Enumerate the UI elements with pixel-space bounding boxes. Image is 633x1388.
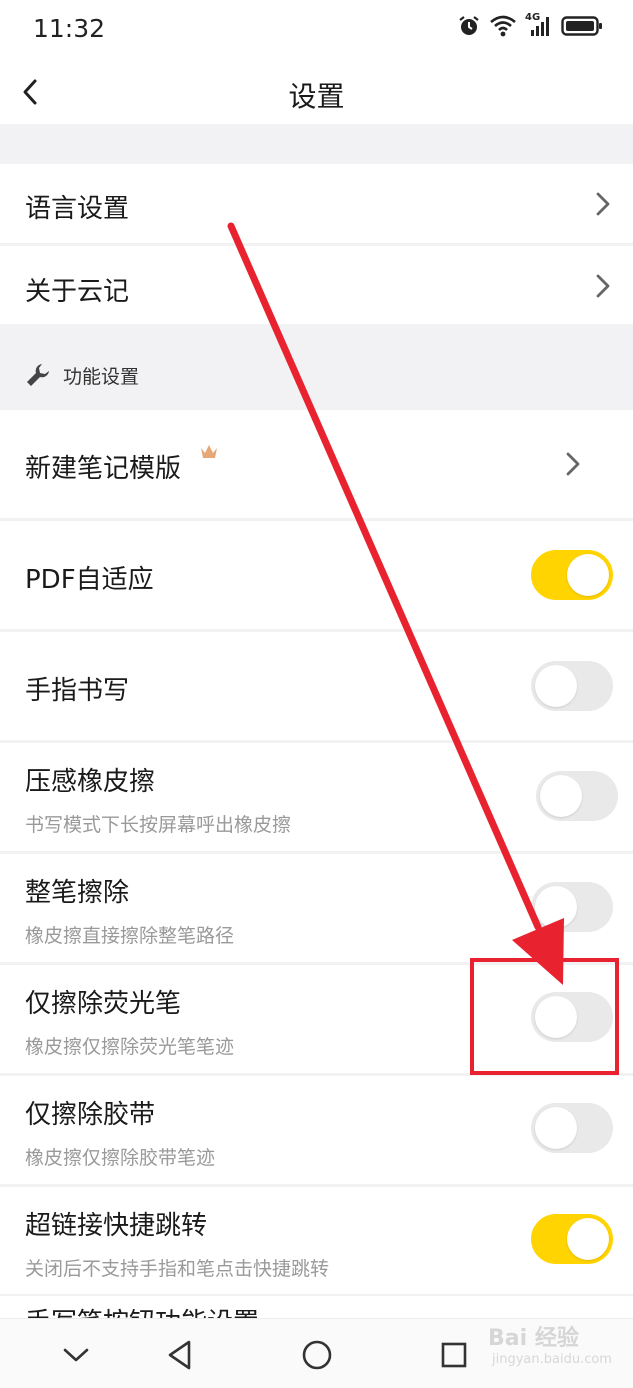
watermark: Bai 经验 jingyan.baidu.com: [488, 1320, 612, 1376]
cellular-signal-icon: 4G: [525, 12, 553, 38]
item-label: 整笔擦除: [25, 878, 130, 908]
toggle-pressure-eraser[interactable]: [536, 771, 618, 821]
settings-item-note-template[interactable]: 新建笔记模版: [0, 410, 633, 518]
settings-item-pressure-eraser: 压感橡皮擦 书写模式下长按屏幕呼出橡皮擦: [0, 743, 633, 851]
item-label: 仅擦除荧光笔: [25, 989, 182, 1019]
system-back-button[interactable]: [162, 1337, 198, 1373]
toggle-hyperlink-jump[interactable]: [531, 1214, 613, 1264]
toggle-knob: [540, 775, 582, 817]
spacer: [0, 124, 633, 164]
watermark-main: Bai 经验: [488, 1326, 579, 1351]
toggle-whole-stroke-erase[interactable]: [531, 882, 613, 932]
home-button[interactable]: [299, 1337, 335, 1373]
item-description: 书写模式下长按屏幕呼出橡皮擦: [25, 814, 292, 836]
annotation-highlight-box: [470, 958, 619, 1075]
item-label: 新建笔记模版: [25, 454, 182, 484]
toggle-knob: [567, 554, 609, 596]
home-circle-icon: [302, 1340, 332, 1370]
collapse-button[interactable]: [58, 1337, 94, 1373]
item-description: 橡皮擦直接擦除整笔路径: [25, 925, 235, 947]
page-title: 设置: [288, 80, 345, 113]
settings-item-pdf-adapt: PDF自适应: [0, 521, 633, 629]
item-description: 关闭后不支持手指和笔点击快捷跳转: [25, 1258, 330, 1280]
item-label: PDF自适应: [25, 565, 154, 595]
wifi-icon: [490, 15, 516, 37]
recents-button[interactable]: [436, 1337, 472, 1373]
item-label: 手写笔按钮功能设置: [25, 1302, 259, 1318]
item-label: 关于云记: [25, 277, 130, 307]
collapse-icon: [63, 1348, 89, 1362]
toggle-erase-tape-only[interactable]: [531, 1103, 613, 1153]
settings-item-erase-tape-only: 仅擦除胶带 橡皮擦仅擦除胶带笔迹: [0, 1076, 633, 1184]
section-label: 功能设置: [63, 366, 140, 388]
item-description: 橡皮擦仅擦除胶带笔迹: [25, 1147, 216, 1169]
settings-item-language[interactable]: 语言设置: [0, 164, 633, 243]
section-header-features: 功能设置: [0, 324, 633, 410]
toggle-knob: [535, 665, 577, 707]
alarm-icon: [459, 16, 479, 35]
settings-item-finger-writing: 手指书写: [0, 632, 633, 740]
item-label: 超链接快捷跳转: [25, 1211, 208, 1241]
status-time: 11:32: [33, 14, 106, 43]
toggle-knob: [567, 1218, 609, 1260]
item-label: 仅擦除胶带: [25, 1100, 156, 1130]
item-label: 压感橡皮擦: [25, 767, 156, 797]
item-label: 手指书写: [25, 676, 130, 706]
recents-square-icon: [441, 1342, 467, 1368]
toggle-pdf-adapt[interactable]: [531, 550, 613, 600]
chevron-right-icon: [566, 452, 580, 476]
crown-icon: [201, 445, 217, 458]
settings-item-whole-stroke-erase: 整笔擦除 橡皮擦直接擦除整笔路径: [0, 854, 633, 962]
chevron-right-icon: [596, 274, 610, 298]
status-icons: 4G: [457, 12, 603, 38]
settings-item-pen-button[interactable]: 手写笔按钮功能设置: [0, 1296, 633, 1318]
wrench-icon: [27, 364, 49, 386]
toggle-knob: [535, 886, 577, 928]
nav-bar: 设置: [0, 58, 633, 124]
toggle-knob: [535, 1107, 577, 1149]
watermark-sub: jingyan.baidu.com: [492, 1352, 612, 1367]
chevron-right-icon: [596, 192, 610, 216]
settings-item-hyperlink-jump: 超链接快捷跳转 关闭后不支持手指和笔点击快捷跳转: [0, 1187, 633, 1295]
battery-icon: [561, 16, 602, 36]
item-label: 语言设置: [25, 194, 130, 224]
back-triangle-icon: [168, 1340, 191, 1370]
item-description: 橡皮擦仅擦除荧光笔笔迹: [25, 1036, 235, 1058]
toggle-finger-writing[interactable]: [531, 661, 613, 711]
settings-item-about[interactable]: 关于云记: [0, 246, 633, 324]
status-bar: 11:32 4G: [0, 0, 633, 58]
